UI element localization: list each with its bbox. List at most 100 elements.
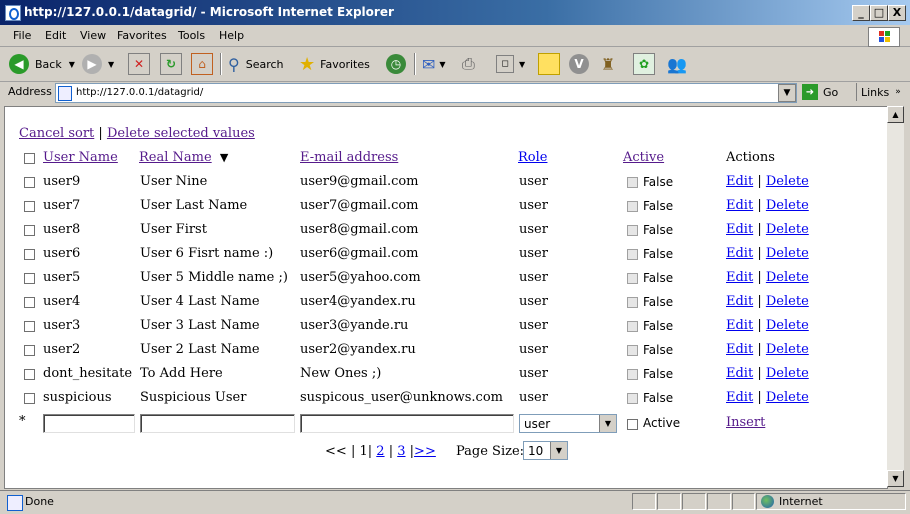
action-separator: | (757, 342, 762, 357)
close-button[interactable]: X (888, 5, 906, 21)
header-role[interactable]: Role (518, 150, 547, 165)
go-arrow-icon: ➜ (802, 84, 818, 100)
address-label: Address (8, 85, 52, 98)
links-button[interactable]: Links » (856, 83, 901, 101)
icq-button[interactable]: ✿ (633, 52, 655, 76)
edit-link[interactable]: Edit (726, 198, 753, 213)
windows-logo-icon (868, 27, 900, 47)
cancel-sort-link[interactable]: Cancel sort (19, 126, 94, 141)
cell-active-checkbox (627, 177, 638, 188)
row-select-checkbox[interactable] (24, 393, 35, 404)
delete-link[interactable]: Delete (766, 246, 809, 261)
edit-link[interactable]: Edit (726, 174, 753, 189)
maximize-button[interactable]: □ (870, 5, 888, 21)
chevron-down-icon[interactable]: ▼ (778, 84, 796, 102)
chevron-down-icon: ▼ (519, 59, 526, 69)
favorites-button[interactable]: ★ Favorites (299, 52, 370, 76)
refresh-button[interactable]: ↻ (160, 52, 182, 76)
mail-button[interactable]: ✉ ▼ (422, 52, 446, 76)
chevron-down-icon: ▼ (599, 415, 616, 432)
favorites-label: Favorites (320, 57, 370, 71)
edit-link[interactable]: Edit (726, 366, 753, 381)
row-select-checkbox[interactable] (24, 297, 35, 308)
delete-link[interactable]: Delete (766, 198, 809, 213)
header-user-name[interactable]: User Name (43, 150, 118, 165)
delete-link[interactable]: Delete (766, 174, 809, 189)
menu-view[interactable]: View (80, 29, 106, 42)
delete-link[interactable]: Delete (766, 270, 809, 285)
delete-selected-link[interactable]: Delete selected values (107, 126, 255, 141)
select-all-checkbox[interactable] (24, 153, 35, 164)
edit-link[interactable]: Edit (726, 222, 753, 237)
star-icon: ★ (299, 53, 316, 75)
scroll-up-icon[interactable]: ▲ (887, 106, 904, 123)
new-role-select[interactable]: user ▼ (519, 414, 617, 433)
edit-link[interactable]: Edit (726, 390, 753, 405)
pager-next[interactable]: >> (414, 444, 436, 459)
edit-link[interactable]: Edit (726, 246, 753, 261)
cell-actions: Edit | Delete (726, 366, 809, 381)
messenger-button[interactable]: V (569, 52, 589, 76)
row-select-checkbox[interactable] (24, 225, 35, 236)
delete-link[interactable]: Delete (766, 222, 809, 237)
header-real-name[interactable]: Real Name (139, 150, 212, 165)
edit-link[interactable]: Edit (726, 270, 753, 285)
row-select-checkbox[interactable] (24, 273, 35, 284)
minimize-button[interactable]: _ (852, 5, 870, 21)
edit-link[interactable]: Edit (726, 294, 753, 309)
delete-link[interactable]: Delete (766, 390, 809, 405)
refresh-icon: ↻ (160, 53, 182, 75)
cell-role: user (519, 366, 548, 381)
search-button[interactable]: ⚲ Search (228, 52, 284, 76)
new-real-name-input[interactable] (140, 414, 295, 433)
row-select-checkbox[interactable] (24, 321, 35, 332)
stop-button[interactable]: ✕ (128, 52, 150, 76)
new-active-checkbox[interactable] (627, 419, 638, 430)
scroll-down-icon[interactable]: ▼ (887, 470, 904, 487)
menu-file[interactable]: File (13, 29, 31, 42)
new-user-name-input[interactable] (43, 414, 135, 433)
flower-icon: ✿ (633, 53, 655, 75)
menu-edit[interactable]: Edit (45, 29, 66, 42)
history-button[interactable]: ◷ (386, 52, 406, 76)
delete-link[interactable]: Delete (766, 318, 809, 333)
forward-button[interactable]: ▶ ▼ (82, 52, 114, 76)
delete-link[interactable]: Delete (766, 342, 809, 357)
menu-tools[interactable]: Tools (178, 29, 205, 42)
address-input[interactable]: http://127.0.0.1/datagrid/ ▼ (55, 83, 797, 103)
status-cell (682, 493, 706, 510)
delete-link[interactable]: Delete (766, 294, 809, 309)
contacts-button[interactable]: 👥 (667, 52, 687, 76)
notes-button[interactable] (538, 52, 560, 76)
edit-link[interactable]: Edit (726, 318, 753, 333)
home-button[interactable]: ⌂ (191, 52, 213, 76)
edit-page-button[interactable]: ◻ ▼ (496, 52, 525, 76)
row-select-checkbox[interactable] (24, 369, 35, 380)
row-select-checkbox[interactable] (24, 345, 35, 356)
row-select-checkbox[interactable] (24, 177, 35, 188)
new-email-input[interactable] (300, 414, 514, 433)
menu-help[interactable]: Help (219, 29, 244, 42)
back-button[interactable]: ◀ Back ▼ (9, 52, 75, 76)
menu-favorites[interactable]: Favorites (117, 29, 167, 42)
go-button[interactable]: ➜ Go (802, 83, 838, 101)
page-size-select[interactable]: 10 ▼ (523, 441, 568, 460)
print-button[interactable]: ⎙ (462, 52, 475, 76)
chevron-down-icon: ▼ (550, 442, 567, 459)
cell-real-name: User First (140, 222, 207, 237)
cell-real-name: User 6 Fisrt name :) (140, 246, 274, 261)
window-title: http://127.0.0.1/datagrid/ - Microsoft I… (24, 5, 394, 19)
edit-link[interactable]: Edit (726, 342, 753, 357)
row-select-checkbox[interactable] (24, 201, 35, 212)
pager-page-2[interactable]: 2 (376, 444, 384, 459)
edit-page-icon: ◻ (496, 55, 514, 73)
delete-link[interactable]: Delete (766, 366, 809, 381)
cell-active: False (643, 271, 674, 285)
pager-page-3[interactable]: 3 (397, 444, 405, 459)
header-active[interactable]: Active (623, 150, 664, 165)
vertical-scrollbar[interactable]: ▲ ▼ (887, 106, 904, 487)
header-email[interactable]: E-mail address (300, 150, 398, 165)
insert-link[interactable]: Insert (726, 415, 765, 430)
row-select-checkbox[interactable] (24, 249, 35, 260)
research-button[interactable]: ♜ (601, 52, 615, 76)
